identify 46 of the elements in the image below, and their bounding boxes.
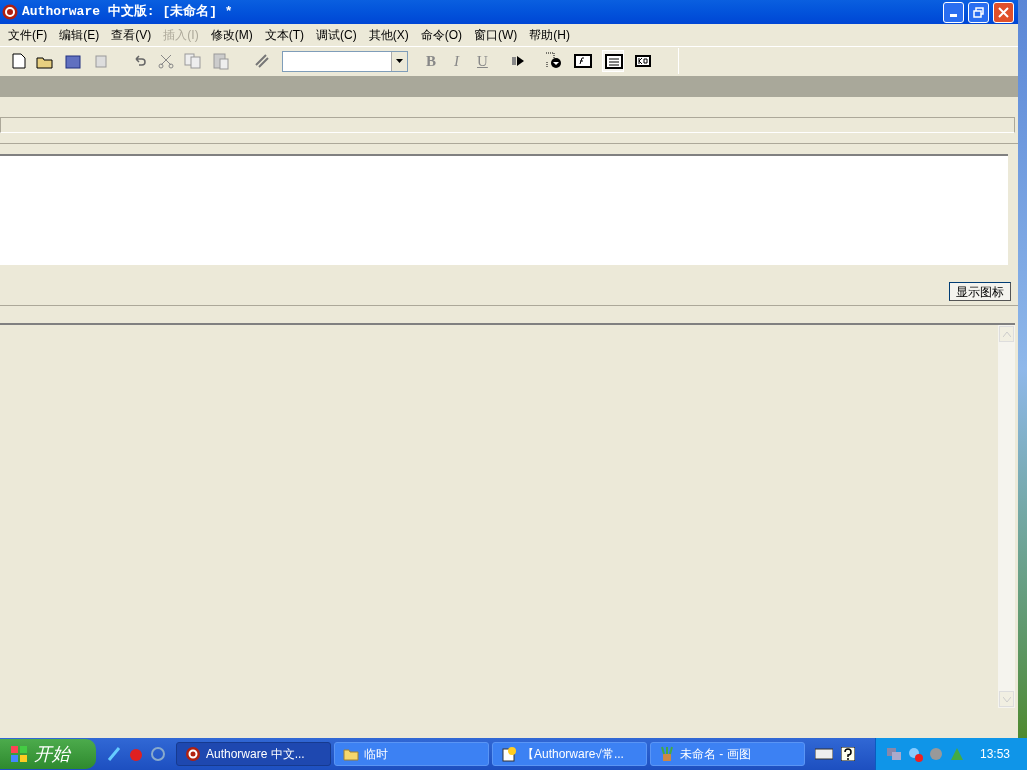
restore-button[interactable] <box>968 1 989 23</box>
menu-item[interactable]: 窗口(W) <box>468 26 524 44</box>
close-icon <box>998 6 1009 18</box>
menu-item[interactable]: 其他(X) <box>362 26 415 44</box>
taskbar-button[interactable]: 未命名 - 画图 <box>650 742 805 766</box>
menu-item[interactable]: 修改(M) <box>204 26 259 44</box>
clock: 13:53 <box>980 746 1011 763</box>
app-logo-icon <box>185 746 201 762</box>
paste-icon[interactable] <box>212 52 230 70</box>
help-icon[interactable] <box>841 747 855 761</box>
taskbar-button[interactable]: Authorware 中文... <box>176 742 331 766</box>
paint-brushes-icon <box>659 746 675 762</box>
menu-item[interactable]: 命令(O) <box>414 26 468 44</box>
list-icon[interactable] <box>601 50 624 72</box>
document-icon <box>501 746 517 762</box>
menu-item[interactable]: 调试(C) <box>310 26 363 44</box>
menu-item[interactable]: 编辑(E) <box>53 26 106 44</box>
function-icon[interactable] <box>573 54 592 68</box>
taskbar-button[interactable]: 【Authorware√常... <box>492 742 647 766</box>
quick-launch-icon[interactable] <box>150 746 166 762</box>
network-error-icon[interactable] <box>907 746 923 762</box>
app-logo-icon <box>2 4 18 20</box>
knowledge-object-icon[interactable] <box>633 54 652 68</box>
start-button[interactable]: 开始 <box>0 739 96 769</box>
menu-item[interactable]: 查看(V) <box>105 26 158 44</box>
quick-launch-icon[interactable] <box>106 746 122 762</box>
cut-icon[interactable] <box>158 53 174 69</box>
show-icon-button[interactable]: 显示图标 <box>949 282 1011 301</box>
dropdown-arrow-icon <box>396 59 403 63</box>
copy-icon[interactable] <box>184 53 202 69</box>
minimize-button[interactable] <box>943 1 964 23</box>
close-button[interactable] <box>993 1 1014 23</box>
menu-item[interactable]: 文本(T) <box>258 26 310 44</box>
keyboard-icon[interactable] <box>815 748 833 760</box>
window-title: Authorware 中文版: [未命名] * <box>22 3 233 22</box>
restore-icon <box>973 6 984 18</box>
flow-icon[interactable] <box>543 52 564 70</box>
menu-item[interactable]: 帮助(H) <box>523 26 576 44</box>
play-icon[interactable] <box>511 55 526 67</box>
undo-icon[interactable] <box>132 53 148 69</box>
menu-item[interactable]: 文件(F) <box>2 26 54 44</box>
windows-logo-icon <box>10 745 28 763</box>
new-file-icon[interactable] <box>12 53 26 69</box>
taskbar-button[interactable]: 临时 <box>334 742 489 766</box>
font-combo[interactable] <box>282 50 408 72</box>
folder-icon <box>343 747 359 761</box>
